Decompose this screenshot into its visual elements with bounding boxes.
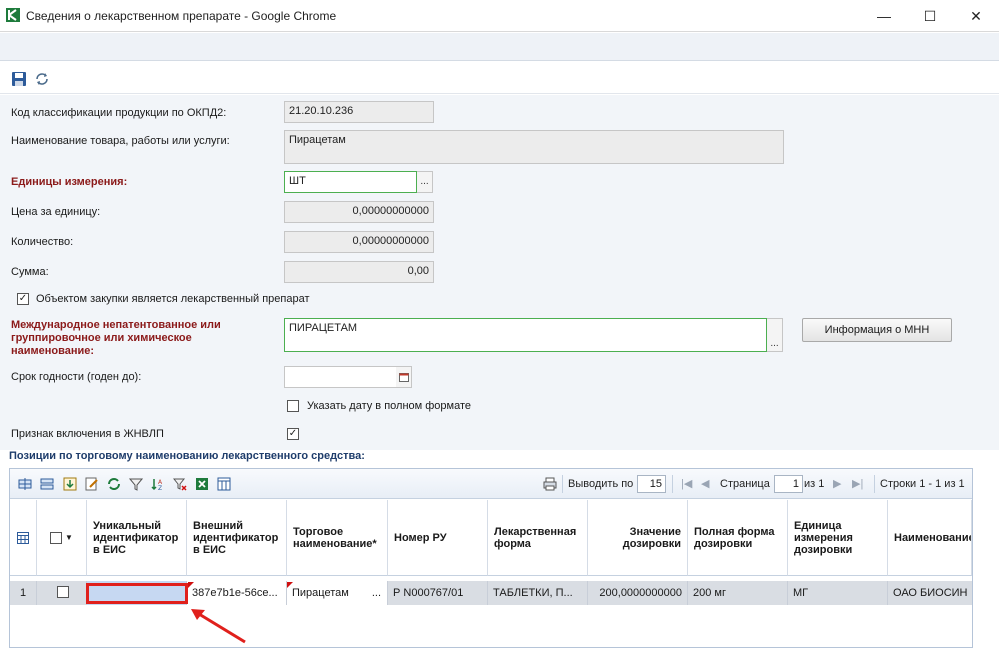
units-input[interactable]: ШТ [284, 171, 417, 193]
minimize-button[interactable]: — [861, 0, 907, 32]
form-cell[interactable]: ТАБЛЕТКИ, П... [488, 581, 588, 605]
split-rows-icon[interactable] [40, 477, 54, 491]
page-label: Страница [720, 478, 770, 490]
grid-toolbar: AZ Выводить по 15 |◀ ◀ Страница 1 из 1 ▶… [10, 469, 972, 499]
grid-header-select-all[interactable]: ▼ [37, 500, 87, 576]
col-header-dose-full[interactable]: Полная форма дозировки [688, 500, 788, 576]
page-count-label: из 1 [804, 478, 825, 490]
units-lookup-button[interactable]: ... [417, 171, 433, 193]
page-input[interactable]: 1 [774, 475, 803, 493]
dose-full-cell[interactable]: 200 мг [688, 581, 788, 605]
full-date-label: Указать дату в полном формате [307, 400, 472, 412]
row-select-cell[interactable] [37, 581, 87, 605]
rows-count-label: Строки 1 - 1 из 1 [880, 478, 965, 490]
sum-label: Сумма: [11, 266, 49, 278]
save-icon[interactable] [11, 71, 27, 87]
zhnvlp-checkbox[interactable]: ✓ [287, 428, 299, 440]
svg-text:Z: Z [158, 485, 162, 491]
expiry-input[interactable] [284, 366, 397, 388]
price-field: 0,00000000000 [284, 201, 434, 223]
window-titlebar: Сведения о лекарственном препарате - Goo… [0, 0, 999, 32]
clear-filter-icon[interactable] [173, 477, 187, 491]
chevron-down-icon[interactable]: ▼ [65, 532, 73, 544]
drug-info-form: Код классификации продукции по ОКПД2: 21… [0, 95, 999, 462]
holder-cell[interactable]: ОАО БИОСИН [888, 581, 972, 605]
units-label: Единицы измерения: [11, 176, 128, 188]
price-label: Цена за единицу: [11, 206, 101, 218]
product-name-field: Пирацетам [284, 130, 784, 164]
full-date-checkbox[interactable] [287, 400, 299, 412]
print-icon[interactable] [543, 477, 557, 491]
header-band [0, 33, 999, 61]
row-checkbox[interactable] [57, 586, 69, 598]
zhnvlp-label: Признак включения в ЖНВЛП [11, 428, 164, 440]
ru-number-cell[interactable]: Р N000767/01 [388, 581, 488, 605]
product-name-label: Наименование товара, работы или услуги: [11, 135, 230, 147]
okpd2-label: Код классификации продукции по ОКПД2: [11, 107, 227, 119]
table-icon [17, 531, 29, 544]
is-drug-label: Объектом закупки является лекарственный … [36, 293, 310, 305]
trade-name-cell[interactable]: Пирацетам ... [287, 581, 388, 605]
refresh-icon[interactable] [34, 71, 50, 87]
col-header-dose-unit[interactable]: Единица измерения дозировки [788, 500, 888, 576]
window-title: Сведения о лекарственном препарате - Goo… [26, 9, 337, 23]
prev-page-icon[interactable]: ◀ [701, 477, 709, 490]
mnn-label: Международное непатентованное или группи… [11, 319, 221, 357]
trade-name-required-marker [287, 582, 293, 588]
expiry-label: Срок годности (годен до): [11, 371, 142, 383]
quantity-label: Количество: [11, 236, 74, 248]
col-header-dose-value[interactable]: Значение дозировки [588, 500, 688, 576]
sum-field: 0,00 [284, 261, 434, 283]
col-header-trade-name[interactable]: Торговое наименование* [287, 500, 388, 576]
form-toolbar [0, 62, 999, 94]
calendar-icon [398, 373, 409, 382]
page-size-input[interactable]: 15 [637, 475, 666, 493]
filter-icon[interactable] [129, 477, 143, 491]
import-icon[interactable] [63, 477, 77, 491]
next-page-icon[interactable]: ▶ [833, 477, 841, 490]
first-page-icon[interactable]: |◀ [681, 477, 692, 490]
column-settings-icon[interactable] [217, 477, 231, 491]
grid-header-settings[interactable] [10, 500, 37, 576]
reload-icon[interactable] [107, 477, 121, 491]
mnn-info-button[interactable]: Информация о МНН [802, 318, 952, 342]
mnn-input[interactable]: ПИРАЦЕТАМ [284, 318, 767, 352]
section-title: Позиции по торговому наименованию лекарс… [9, 450, 365, 462]
col-header-holder[interactable]: Наименование держателя или владельца РУ [888, 500, 972, 576]
row-number: 1 [10, 581, 37, 605]
dose-value-cell[interactable]: 200,0000000000 [588, 581, 688, 605]
maximize-button[interactable]: ☐ [907, 0, 953, 32]
col-header-ext-id[interactable]: Внешний идентификатор в ЕИС [187, 500, 287, 576]
uid-highlight-box [86, 583, 188, 604]
positions-grid: AZ Выводить по 15 |◀ ◀ Страница 1 из 1 ▶… [9, 468, 973, 648]
col-header-uid[interactable]: Уникальный идентификатор в ЕИС [87, 500, 187, 576]
add-row-icon[interactable] [18, 477, 32, 491]
excel-export-icon[interactable] [195, 477, 209, 491]
toolbar-separator [672, 475, 673, 493]
select-all-checkbox[interactable] [50, 531, 63, 544]
toolbar-separator [562, 475, 563, 493]
annotation-arrow-icon [191, 609, 246, 644]
quantity-field: 0,00000000000 [284, 231, 434, 253]
app-logo-icon [6, 8, 20, 22]
dose-unit-cell[interactable]: МГ [788, 581, 888, 605]
sort-icon[interactable]: AZ [151, 477, 165, 491]
is-drug-checkbox[interactable]: ✓ [17, 293, 29, 305]
okpd2-field: 21.20.10.236 [284, 101, 434, 123]
trade-name-lookup-button[interactable]: ... [372, 587, 381, 599]
trade-name-value: Пирацетам [292, 587, 349, 599]
last-page-icon[interactable]: ▶| [852, 477, 863, 490]
col-header-form[interactable]: Лекарственная форма [488, 500, 588, 576]
ext-id-required-marker [188, 582, 194, 588]
edit-icon[interactable] [85, 477, 99, 491]
calendar-button[interactable] [396, 366, 412, 388]
page-size-label: Выводить по [568, 478, 634, 490]
close-button[interactable]: ✕ [953, 0, 999, 32]
mnn-lookup-button[interactable]: ... [767, 318, 783, 352]
col-header-ru-number[interactable]: Номер РУ [388, 500, 488, 576]
toolbar-separator [874, 475, 875, 493]
